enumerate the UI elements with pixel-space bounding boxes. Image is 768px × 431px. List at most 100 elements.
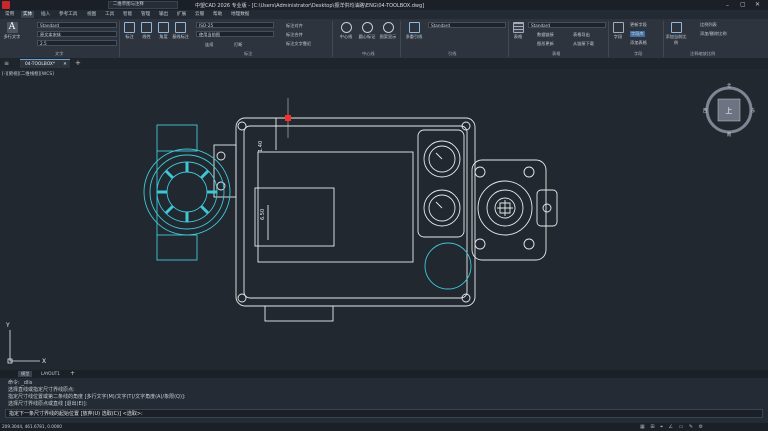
screw-icon <box>523 238 535 250</box>
viewcube-south[interactable]: 南 <box>727 131 732 138</box>
download-from-link-button[interactable]: 从链接下载 <box>573 41 594 47</box>
screw-icon <box>237 293 247 303</box>
ribbon-tab[interactable]: 帮助 <box>211 11 224 18</box>
dim-group-label: 标注 <box>244 51 253 56</box>
table-export-button[interactable]: 表格导出 <box>573 32 590 38</box>
screw-icon <box>474 238 486 250</box>
dim-button[interactable]: 基线标注 <box>172 22 189 40</box>
command-input[interactable]: 指定下一条尺寸界线的起始位置 [放弃(U) 选取(C)] <选取>: <box>5 409 763 418</box>
dim-button-label: 基线标注 <box>172 34 189 39</box>
centerline-button[interactable]: 图案显示 <box>378 22 398 40</box>
command-history-line: 选择尺寸界线原点或直线 [退出(E)]: <box>8 401 88 407</box>
break-dim-button[interactable]: 打断 <box>234 42 242 48</box>
ribbon-tab[interactable]: 插入 <box>39 11 52 18</box>
dim-align-button[interactable]: 标注对齐 <box>286 23 303 29</box>
font-dropdown[interactable]: 原文本宋体 <box>37 31 117 37</box>
dim-merge-button[interactable]: 标注合并 <box>286 32 303 38</box>
title-bar: 二维草图与注释 中望CAD 2026 专业版 - [C:\Users\Admin… <box>0 0 768 10</box>
screw-icon <box>523 166 535 178</box>
add-current-scale-label: 添加当前比例 <box>665 34 687 45</box>
ribbon-tab[interactable]: 地理数据 <box>229 11 251 18</box>
tab-model[interactable]: 模型 <box>18 371 33 377</box>
scale-group-label: 注释缩放比例 <box>690 51 716 56</box>
dim-style-dropdown[interactable]: ISO-25 <box>196 22 274 28</box>
ribbon-tab[interactable]: 视图 <box>85 11 98 18</box>
add-layout-icon[interactable]: + <box>70 370 75 377</box>
field-library-button[interactable]: 字段库 <box>630 31 645 37</box>
centerline-icon <box>340 22 352 33</box>
viewcube-face[interactable]: 上 <box>726 106 733 115</box>
separator <box>400 21 401 57</box>
maximize-icon[interactable]: ▢ <box>740 1 746 8</box>
ribbon-tab[interactable]: 智能 <box>121 11 134 18</box>
connector-teeth <box>157 162 217 222</box>
document-tab[interactable]: 04-TOOLBOX* ✕ <box>20 59 70 68</box>
centerline-button-label: 中心线 <box>339 34 353 39</box>
leader-icon <box>408 22 420 33</box>
tab-layout1[interactable]: LAYOUT1 <box>38 371 63 377</box>
continue-dim-button[interactable]: 连续 <box>205 42 213 48</box>
add-table-button[interactable]: 添加表格 <box>630 40 647 46</box>
dim-text-near-button[interactable]: 标注文字靠近 <box>286 41 311 47</box>
close-tab-icon[interactable]: ✕ <box>63 62 67 67</box>
text-height-dropdown[interactable]: 2.5 <box>37 40 117 46</box>
field-label: 字段 <box>613 34 623 39</box>
screw-icon <box>216 151 226 161</box>
centerline-icon <box>361 22 373 33</box>
leader-group-label: 引线 <box>448 51 457 56</box>
minimize-icon[interactable]: – <box>726 2 729 9</box>
viewcube-east[interactable]: 东 <box>751 107 756 114</box>
dimension-icon <box>158 22 169 33</box>
text-group-label: 文字 <box>55 51 64 56</box>
document-tab-bar <box>0 58 768 69</box>
ribbon-tab[interactable]: 扩展 <box>175 11 188 18</box>
centerline-group-label: 中心线 <box>362 51 375 56</box>
close-icon[interactable]: ✕ <box>755 1 760 8</box>
ribbon-tab[interactable]: 管理 <box>139 11 152 18</box>
leader-style-dropdown[interactable]: Standard <box>428 22 506 28</box>
viewcube-west[interactable]: 西 <box>703 108 708 114</box>
table-button[interactable]: 表格 <box>510 22 526 40</box>
data-link-button[interactable]: 数据链接 <box>537 32 554 38</box>
add-current-scale-button[interactable]: 添加当前比例 <box>664 22 688 46</box>
add-delete-scale-button[interactable]: 添加/删除比例 <box>700 31 727 37</box>
ribbon-tab[interactable]: 工具 <box>103 11 116 18</box>
screw-icon <box>237 121 247 131</box>
scale-list-button[interactable]: 比例列表 <box>700 22 717 28</box>
centerline-button[interactable]: 中心线 <box>336 22 356 40</box>
text-style-dropdown[interactable]: Standard <box>37 22 117 28</box>
screw-icon <box>474 166 486 178</box>
centerline-icon <box>382 22 394 33</box>
table-style-dropdown[interactable]: Standard <box>528 22 606 28</box>
viewcube-north[interactable]: 北 <box>727 82 732 89</box>
ribbon-tab[interactable]: 云服 <box>193 11 206 18</box>
new-tab-icon[interactable]: + <box>75 59 81 67</box>
ribbon-tab[interactable]: 输出 <box>157 11 170 18</box>
workspace-selector[interactable]: 二维草图与注释 <box>108 1 178 9</box>
dim-button[interactable]: 标注 <box>121 22 138 40</box>
dim-button[interactable]: 角度 <box>155 22 172 40</box>
side-fitting <box>471 159 547 261</box>
multileader-button[interactable]: 多重引线 <box>403 22 425 40</box>
field-button[interactable]: 字段 <box>610 22 626 40</box>
table-label: 表格 <box>513 34 523 39</box>
multiline-text-label: 多行文字 <box>3 34 21 39</box>
update-field-button[interactable]: 更新字段 <box>630 22 647 28</box>
gauge-needle <box>435 152 443 160</box>
dim-button[interactable]: 线性 <box>138 22 155 40</box>
centerline-button-label: 圆心标记 <box>358 34 376 39</box>
ribbon-tab[interactable]: 参考工具 <box>57 11 79 18</box>
ribbon-tab[interactable]: 实体 <box>21 11 35 18</box>
left-bracket <box>156 234 198 261</box>
dim-layer-dropdown[interactable]: 使用当前图 <box>196 31 274 37</box>
app-logo-icon <box>2 1 10 9</box>
drawing-svg[interactable]: 1.40 6.50 Y X 上 北 南 东 西 <box>0 69 768 370</box>
status-toggles[interactable]: ▦ ⊞ ⌖ ∠ ▭ ✎ ⚙ <box>640 424 705 430</box>
command-history-line: 选择直线或指定尺寸界线原点: <box>8 387 75 393</box>
dim-button-label: 标注 <box>125 34 134 39</box>
home-icon[interactable]: ≡ <box>4 60 12 67</box>
centerline-button[interactable]: 圆心标记 <box>357 22 377 40</box>
graphic-update-button[interactable]: 图形更新 <box>537 41 554 47</box>
ribbon-tab[interactable]: 常用 <box>3 11 16 18</box>
multiline-text-button[interactable]: A 多行文字 <box>3 22 21 40</box>
